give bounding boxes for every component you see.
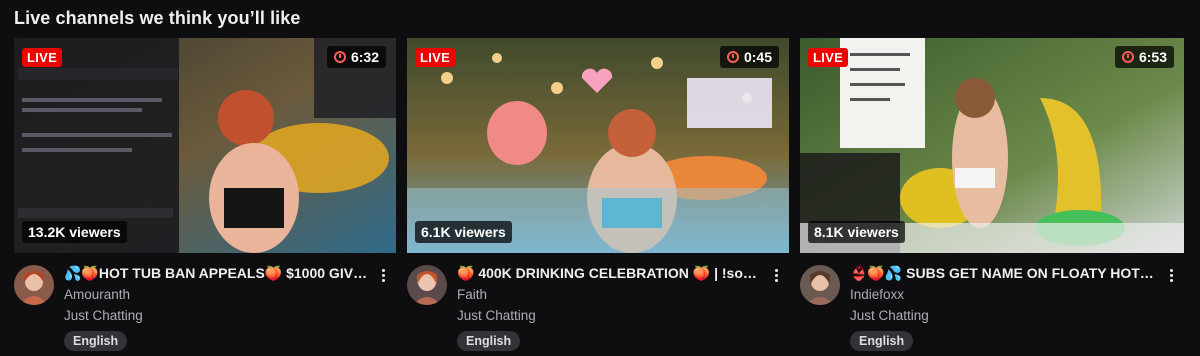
stream-title[interactable]: 🍑 400K DRINKING CELEBRATION 🍑 | !socials <box>457 265 763 282</box>
live-badge: LIVE <box>415 48 456 67</box>
more-options-icon[interactable] <box>378 265 388 285</box>
channel-name[interactable]: Faith <box>457 287 487 302</box>
channel-name[interactable]: Amouranth <box>64 287 130 302</box>
channel-name[interactable]: Indiefoxx <box>850 287 904 302</box>
clock-icon <box>726 51 739 63</box>
viewer-count: 8.1K viewers <box>808 221 905 243</box>
viewer-count: 6.1K viewers <box>415 221 512 243</box>
clock-icon <box>1121 51 1134 63</box>
uptime-text: 6:53 <box>1138 49 1167 65</box>
language-tag[interactable]: English <box>64 331 128 351</box>
avatar[interactable] <box>407 265 447 305</box>
stream-thumbnail[interactable]: LIVE 6:32 13.2K viewers <box>14 38 396 253</box>
more-options-icon[interactable] <box>771 265 781 285</box>
live-badge: LIVE <box>808 48 849 67</box>
avatar[interactable] <box>14 265 54 305</box>
section-title: Live channels we think you’ll like <box>14 8 301 28</box>
category-link[interactable]: Just Chatting <box>457 308 536 323</box>
uptime-badge: 0:45 <box>719 46 779 68</box>
avatar[interactable] <box>800 265 840 305</box>
live-badge: LIVE <box>22 48 63 67</box>
category-link[interactable]: Just Chatting <box>64 308 143 323</box>
stream-card: LIVE 6:32 13.2K viewers 💦🍑HOT TUB BAN AP… <box>14 38 396 354</box>
stream-card: LIVE 6:53 8.1K viewers 👙🍑💦 SUBS GET NAME… <box>800 38 1184 354</box>
stream-thumbnail[interactable]: LIVE 6:53 8.1K viewers <box>800 38 1184 253</box>
more-options-icon[interactable] <box>1166 265 1176 285</box>
language-tag[interactable]: English <box>850 331 914 351</box>
stream-thumbnail[interactable]: LIVE 0:45 6.1K viewers <box>407 38 789 253</box>
stream-card: LIVE 0:45 6.1K viewers 🍑 400K DRINKING C… <box>407 38 789 354</box>
language-tag[interactable]: English <box>457 331 521 351</box>
uptime-text: 6:32 <box>350 49 379 65</box>
uptime-text: 0:45 <box>743 49 772 65</box>
viewer-count: 13.2K viewers <box>22 221 127 243</box>
stream-title[interactable]: 👙🍑💦 SUBS GET NAME ON FLOATY HOT TUB <box>850 265 1156 282</box>
category-link[interactable]: Just Chatting <box>850 308 929 323</box>
clock-icon <box>333 51 346 63</box>
uptime-badge: 6:32 <box>326 46 386 68</box>
stream-title[interactable]: 💦🍑HOT TUB BAN APPEALS🍑 $1000 GIVEAWAY <box>64 265 370 282</box>
uptime-badge: 6:53 <box>1114 46 1174 68</box>
